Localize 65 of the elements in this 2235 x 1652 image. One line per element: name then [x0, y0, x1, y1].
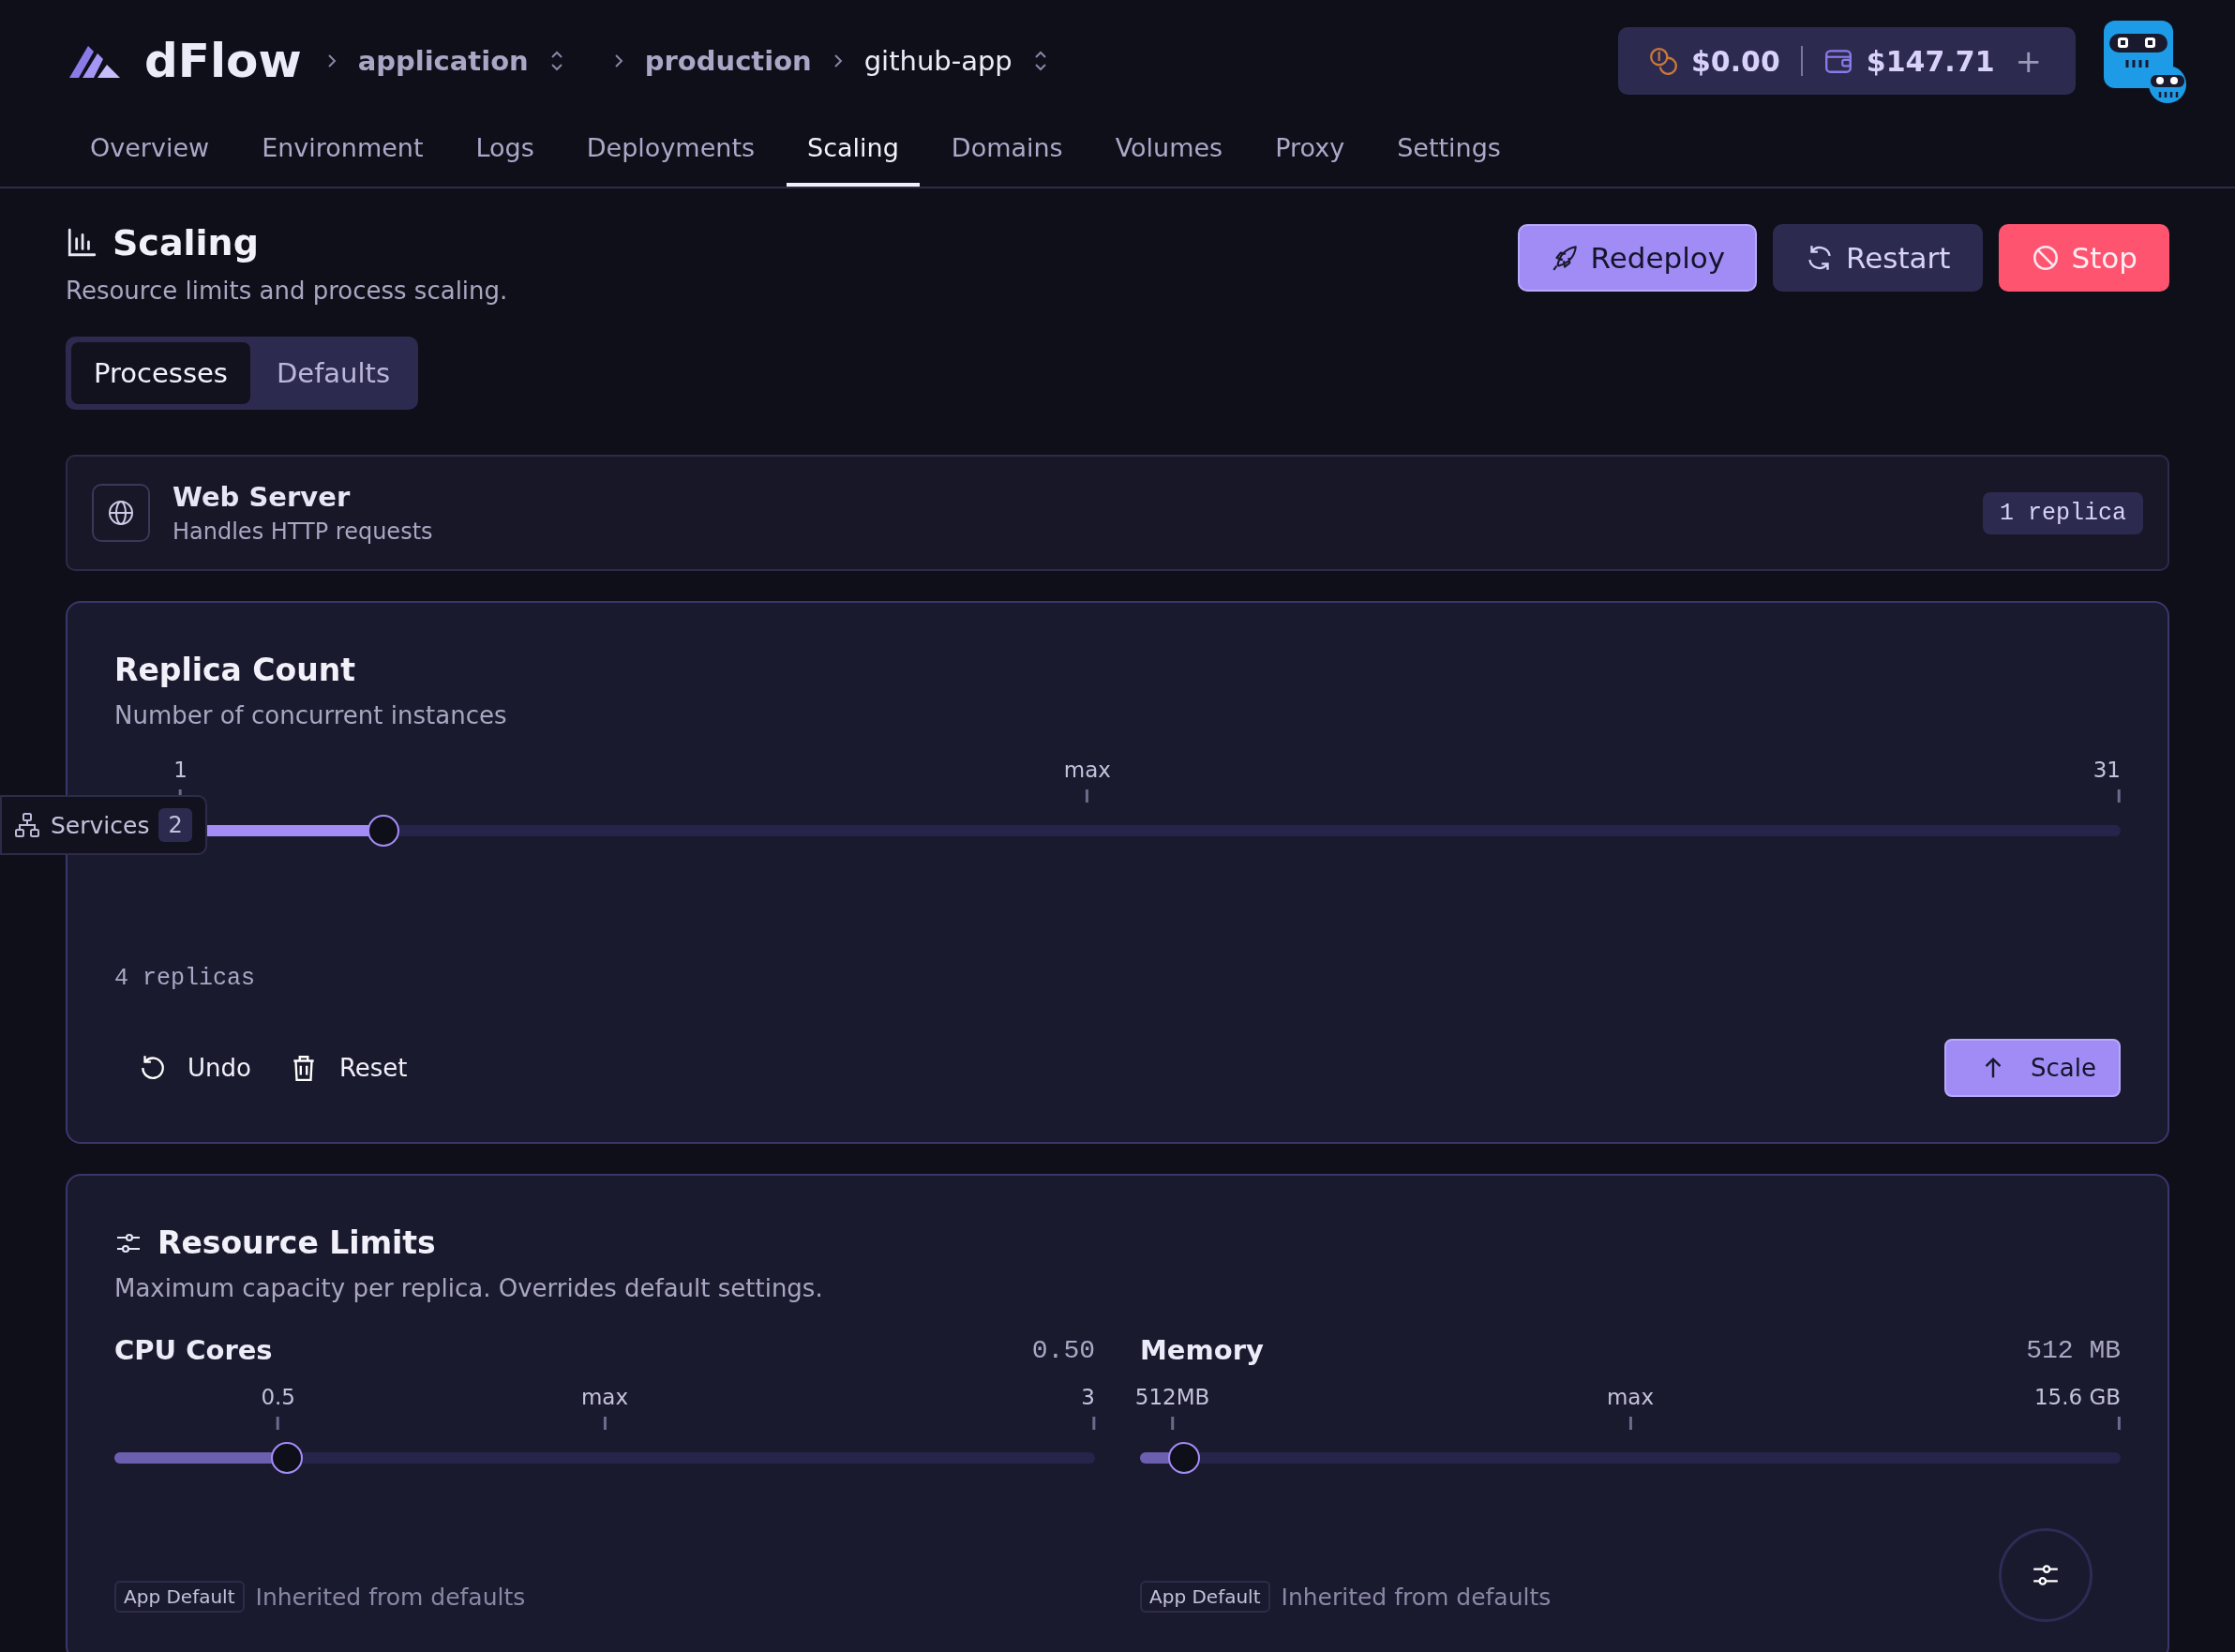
- nav-tab[interactable]: Logs: [455, 120, 555, 187]
- resource-label: Memory: [1140, 1334, 1264, 1366]
- tick-label: 1: [173, 758, 188, 782]
- slider-thumb[interactable]: [271, 1442, 304, 1474]
- slider-thumb[interactable]: [367, 815, 399, 847]
- tick-label: max: [580, 1385, 629, 1409]
- nav-tab[interactable]: Settings: [1376, 120, 1522, 187]
- nav-tab[interactable]: Environment: [241, 120, 444, 187]
- scale-button[interactable]: Scale: [1944, 1039, 2121, 1097]
- resource-reading: 0.50: [1031, 1335, 1095, 1365]
- switcher-icon[interactable]: [548, 49, 564, 73]
- tick-label: max: [1063, 758, 1111, 782]
- tick-label: max: [1606, 1385, 1655, 1409]
- process-description: Handles HTTP requests: [172, 518, 434, 545]
- bar-chart-icon: [66, 227, 98, 259]
- nav-tab[interactable]: Deployments: [565, 120, 776, 187]
- card-title: Resource Limits: [158, 1224, 436, 1261]
- page-subtitle: Resource limits and process scaling.: [66, 277, 508, 305]
- tick-label: 15.6 GB: [2033, 1385, 2121, 1409]
- add-funds-button[interactable]: +: [2015, 42, 2042, 80]
- undo-button[interactable]: Undo: [133, 1049, 255, 1087]
- globe-icon: [92, 484, 150, 542]
- page-title: Scaling: [112, 222, 259, 263]
- nav-tab[interactable]: Proxy: [1254, 120, 1366, 187]
- default-tag: App Default: [1140, 1581, 1270, 1613]
- services-menu[interactable]: Services 2: [0, 795, 207, 855]
- replica-badge: 1 replica: [1982, 491, 2143, 534]
- slider-thumb[interactable]: [1168, 1442, 1201, 1474]
- nav-tab[interactable]: Volumes: [1094, 120, 1244, 187]
- switcher-icon[interactable]: [1032, 49, 1048, 73]
- tick-label: 0.5: [261, 1385, 295, 1409]
- credits-panel[interactable]: $0.00 $147.71 +: [1617, 27, 2076, 95]
- resource-slider[interactable]: [1140, 1442, 2121, 1474]
- sitemap-icon: [13, 811, 41, 839]
- app-logo[interactable]: dFlow: [144, 34, 302, 88]
- breadcrumb-link[interactable]: application: [357, 45, 529, 77]
- breadcrumb-link[interactable]: production: [644, 45, 812, 77]
- tick-label: 31: [2092, 758, 2121, 782]
- resource-slider[interactable]: [114, 1442, 1095, 1474]
- card-title: Replica Count: [114, 652, 356, 688]
- inherited-note: Inherited from defaults: [255, 1583, 526, 1611]
- inherited-note: Inherited from defaults: [1281, 1583, 1552, 1611]
- nav-tab[interactable]: Scaling: [787, 120, 920, 187]
- wallet-balance: $147.71: [1866, 44, 1995, 78]
- tick-label: 512MB: [1134, 1385, 1210, 1409]
- restart-button[interactable]: Restart: [1773, 224, 1983, 292]
- free-credits: $0.00: [1690, 44, 1780, 78]
- nav-tab[interactable]: Overview: [69, 120, 231, 187]
- card-subtitle: Maximum capacity per replica. Overrides default settings.: [114, 1274, 824, 1302]
- subtab[interactable]: Processes: [71, 342, 250, 404]
- process-card[interactable]: Web Server Handles HTTP requests 1 replica: [66, 455, 2169, 571]
- replica-value: 4 replicas: [114, 965, 257, 992]
- resource-reading: 512 MB: [2026, 1335, 2121, 1365]
- card-subtitle: Number of concurrent instances: [114, 701, 508, 729]
- coins-icon: [1647, 46, 1678, 76]
- nav-tab[interactable]: Domains: [930, 120, 1084, 187]
- process-name: Web Server: [172, 481, 352, 513]
- default-tag: App Default: [114, 1581, 245, 1613]
- resource-label: CPU Cores: [114, 1334, 273, 1366]
- subtab[interactable]: Defaults: [253, 342, 413, 404]
- breadcrumb-link[interactable]: github-app: [863, 45, 1012, 77]
- redeploy-button[interactable]: Redeploy: [1517, 224, 1758, 292]
- tick-label: 3: [1081, 1385, 1095, 1409]
- reset-button[interactable]: Reset: [284, 1049, 412, 1087]
- avatar[interactable]: [2104, 21, 2188, 105]
